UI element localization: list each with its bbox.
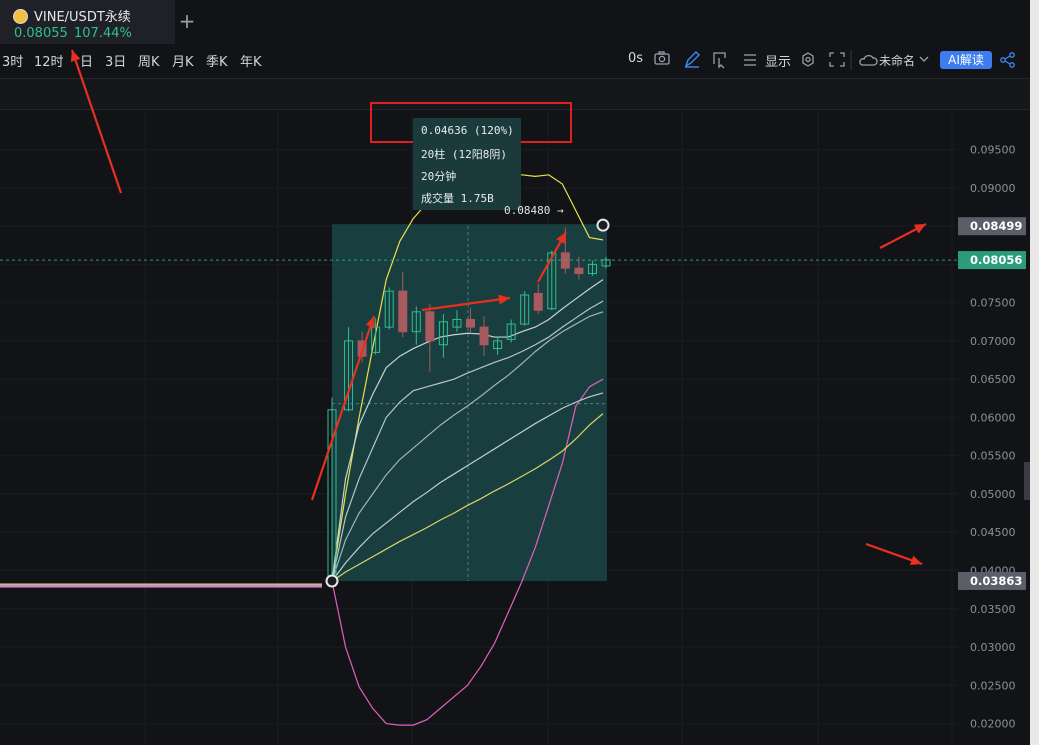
measure-area [332, 224, 607, 581]
y-tick-label: 0.02000 [970, 718, 1016, 731]
candle-body [466, 318, 475, 328]
measure-change: 0.04636 (120%) [421, 124, 514, 137]
annotation-arrow-tab-head [70, 50, 81, 63]
candlestick-chart[interactable]: 0.095000.090000.085000.080000.075000.070… [0, 0, 1039, 745]
measure-volume: 成交量 1.75B [421, 192, 494, 205]
y-tick-label: 0.09500 [970, 144, 1016, 157]
candle-body [398, 290, 408, 333]
price-label-high: 0.08499 [970, 219, 1022, 233]
collapse-handle [1024, 462, 1030, 500]
price-label-low: 0.03863 [970, 574, 1022, 588]
y-tick-label: 0.09000 [970, 182, 1016, 195]
y-tick-label: 0.05000 [970, 488, 1016, 501]
measure-end-handle [596, 218, 610, 232]
candle-body [574, 267, 584, 275]
annotation-arrow-low-head [909, 555, 922, 566]
measure-bars: 20柱 (12阳8阴) [421, 148, 507, 161]
high-price-marker: 0.08480 → [504, 204, 564, 217]
y-tick-label: 0.06500 [970, 373, 1016, 386]
y-tick-label: 0.07500 [970, 297, 1016, 310]
y-tick-label: 0.03000 [970, 641, 1016, 654]
measure-tooltip: 0.04636 (120%) 20柱 (12阳8阴) 20分钟 成交量 1.75… [413, 118, 521, 210]
candle-body [479, 326, 489, 346]
candle-body [533, 292, 543, 311]
measure-duration: 20分钟 [421, 170, 457, 183]
y-tick-label: 0.06000 [970, 411, 1016, 424]
y-tick-label: 0.02500 [970, 679, 1016, 692]
annotation-arrow-tab [70, 49, 123, 194]
measure-start-handle [325, 574, 339, 588]
y-tick-label: 0.03500 [970, 603, 1016, 616]
y-tick-label: 0.05500 [970, 450, 1016, 463]
candle-body [425, 311, 435, 342]
price-label-current: 0.08056 [970, 253, 1022, 267]
y-tick-label: 0.07000 [970, 335, 1016, 348]
y-tick-label: 0.04500 [970, 526, 1016, 539]
